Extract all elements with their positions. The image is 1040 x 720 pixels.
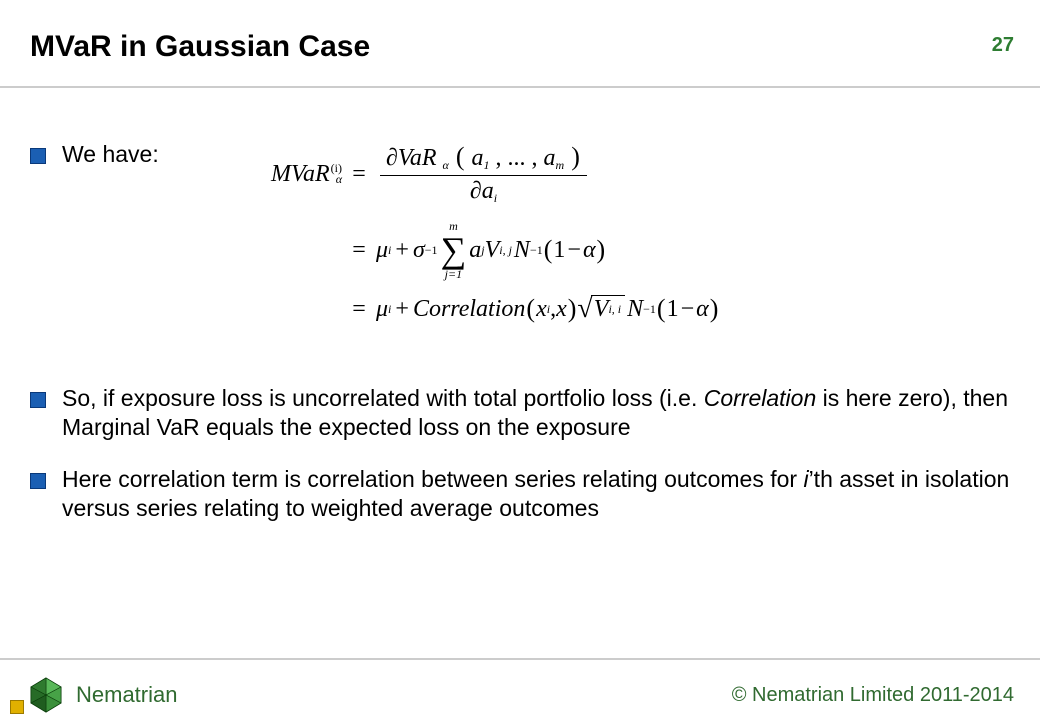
sum-icon: m ∑ j=1 bbox=[441, 220, 467, 280]
equation-line-1: MVaR (i) α = ∂VaR α ( bbox=[232, 142, 719, 206]
copyright: © Nematrian Limited 2011-2014 bbox=[732, 684, 1014, 707]
bullet-text-2: So, if exposure loss is uncorrelated wit… bbox=[62, 384, 1010, 443]
slide-number: 27 bbox=[992, 34, 1014, 57]
eq2-equals: = bbox=[348, 237, 370, 264]
equation-line-3: = μi + Correlation ( xi , x ) √ Vi bbox=[232, 294, 719, 324]
eq1-fraction: ∂VaR α ( a1 , ... , am ) ∂ai bbox=[380, 142, 587, 206]
equation-block: MVaR (i) α = ∂VaR α ( bbox=[232, 142, 719, 334]
eq1-lhs-supsub: (i) α bbox=[331, 163, 342, 185]
bullet-icon bbox=[30, 473, 46, 489]
bullet-text-1: We have: bbox=[62, 140, 202, 169]
slide-title: MVaR in Gaussian Case bbox=[30, 30, 370, 64]
bullet-row-2: So, if exposure loss is uncorrelated wit… bbox=[30, 384, 1010, 443]
bullet-row-3: Here correlation term is correlation bet… bbox=[30, 465, 1010, 524]
logo-icon bbox=[26, 675, 66, 715]
eq3-equals: = bbox=[348, 296, 370, 323]
bullet-text-3: Here correlation term is correlation bet… bbox=[62, 465, 1010, 524]
eq1-lhs-main: MVaR bbox=[271, 161, 330, 188]
sqrt-icon: √ Vi, i bbox=[577, 295, 625, 323]
bullet-row-1: We have: MVaR (i) α = bbox=[30, 140, 1010, 334]
corner-resize-icon bbox=[10, 700, 24, 714]
brand: Nematrian bbox=[26, 675, 177, 715]
bullet-icon bbox=[30, 148, 46, 164]
bullet-icon bbox=[30, 392, 46, 408]
slide-content: We have: MVaR (i) α = bbox=[30, 100, 1010, 524]
equation-line-2: = μi + σ−1 m ∑ j=1 aj Vi, j N−1 ( bbox=[232, 220, 719, 280]
brand-name: Nematrian bbox=[76, 682, 177, 708]
slide: MVaR in Gaussian Case 27 We have: MVaR (… bbox=[0, 0, 1040, 720]
slide-header: MVaR in Gaussian Case 27 bbox=[0, 0, 1040, 88]
slide-footer: Nematrian © Nematrian Limited 2011-2014 bbox=[0, 658, 1040, 720]
eq1-equals: = bbox=[348, 161, 370, 188]
